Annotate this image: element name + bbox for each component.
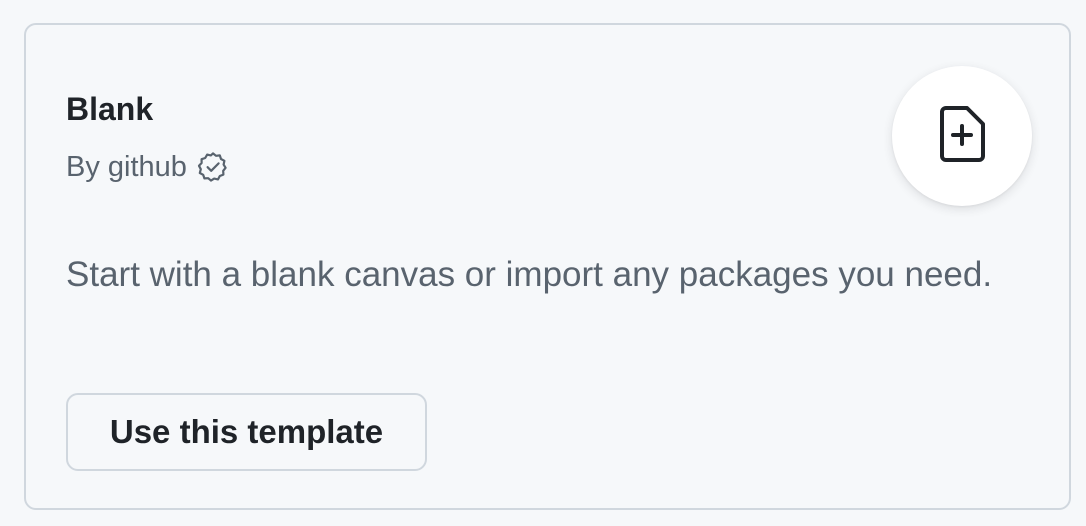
template-title: Blank [66,91,154,127]
template-icon-container [892,66,1032,206]
template-author: By github [66,149,229,185]
file-add-icon [938,105,986,168]
author-label: By github [66,151,187,183]
verified-badge-icon [197,151,229,183]
use-template-button[interactable]: Use this template [66,393,427,471]
template-card: Blank By github Start with a blank canva… [24,23,1071,510]
template-description: Start with a blank canvas or import any … [66,255,993,294]
